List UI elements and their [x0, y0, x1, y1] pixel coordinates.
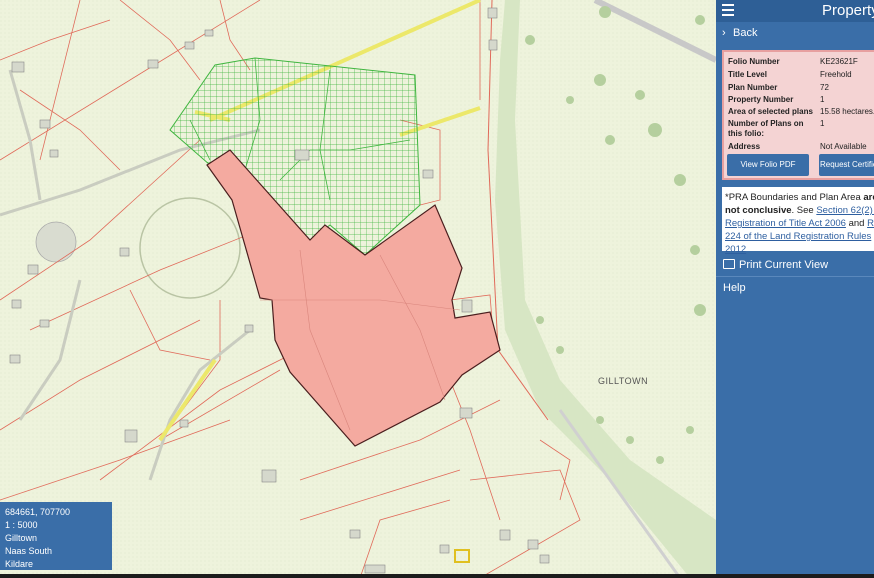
folio-value: 1: [820, 119, 825, 128]
status-panel: 684661, 707700 1 : 5000 Gilltown Naas So…: [0, 502, 112, 570]
status-county: Kildare: [5, 559, 34, 569]
back-label: Back: [733, 27, 758, 39]
sidebar-header: Property: [716, 0, 874, 22]
print-icon: [723, 259, 735, 269]
folio-value: 15.58 hectares.: [820, 107, 874, 116]
chevron-right-icon: ›: [722, 27, 726, 39]
view-folio-pdf-button[interactable]: View Folio PDF: [727, 154, 809, 176]
folio-key: Address: [728, 142, 761, 151]
folio-value: KE23621F: [820, 57, 858, 66]
map-svg[interactable]: [0, 0, 716, 578]
status-scale: 1 : 5000: [5, 520, 38, 530]
folio-value: Freehold: [820, 70, 852, 79]
print-label: Print Current View: [739, 259, 829, 271]
menu-icon[interactable]: [722, 4, 734, 16]
folio-value: 72: [820, 83, 829, 92]
status-district: Naas South: [5, 546, 53, 556]
folio-key: Folio Number: [728, 57, 780, 66]
print-current-view-button[interactable]: Print Current View: [723, 259, 828, 271]
status-townland: Gilltown: [5, 533, 38, 543]
round-building: [35, 221, 77, 263]
map-canvas[interactable]: GILLTOWN: [0, 0, 716, 578]
folio-info-box: Folio Number KE23621F Title Level Freeho…: [722, 50, 874, 180]
bottom-bar: [0, 574, 874, 578]
back-button[interactable]: › Back: [716, 24, 874, 44]
notice-mid: . See: [791, 205, 817, 216]
notice-and: and: [845, 218, 868, 229]
folio-key: Area of selected plans: [728, 107, 813, 116]
folio-key: Number of Plans on this folio:: [728, 119, 804, 138]
folio-key: Plan Number: [728, 83, 778, 92]
folio-value: Not Available: [820, 142, 867, 151]
pra-notice: *PRA Boundaries and Plan Area are not co…: [722, 187, 874, 255]
status-coords: 684661, 707700: [5, 507, 71, 517]
notice-prefix: *PRA Boundaries and Plan Area: [725, 192, 864, 203]
sidebar-divider: [716, 276, 874, 277]
map-place-label: GILLTOWN: [598, 376, 649, 386]
folio-key: Property Number: [728, 95, 794, 104]
folio-value: 1: [820, 95, 825, 104]
request-certificate-button[interactable]: Request Certificate: [819, 154, 874, 176]
folio-key: Title Level: [728, 70, 767, 79]
sidebar-title: Property: [822, 2, 874, 19]
help-button[interactable]: Help: [723, 282, 746, 294]
